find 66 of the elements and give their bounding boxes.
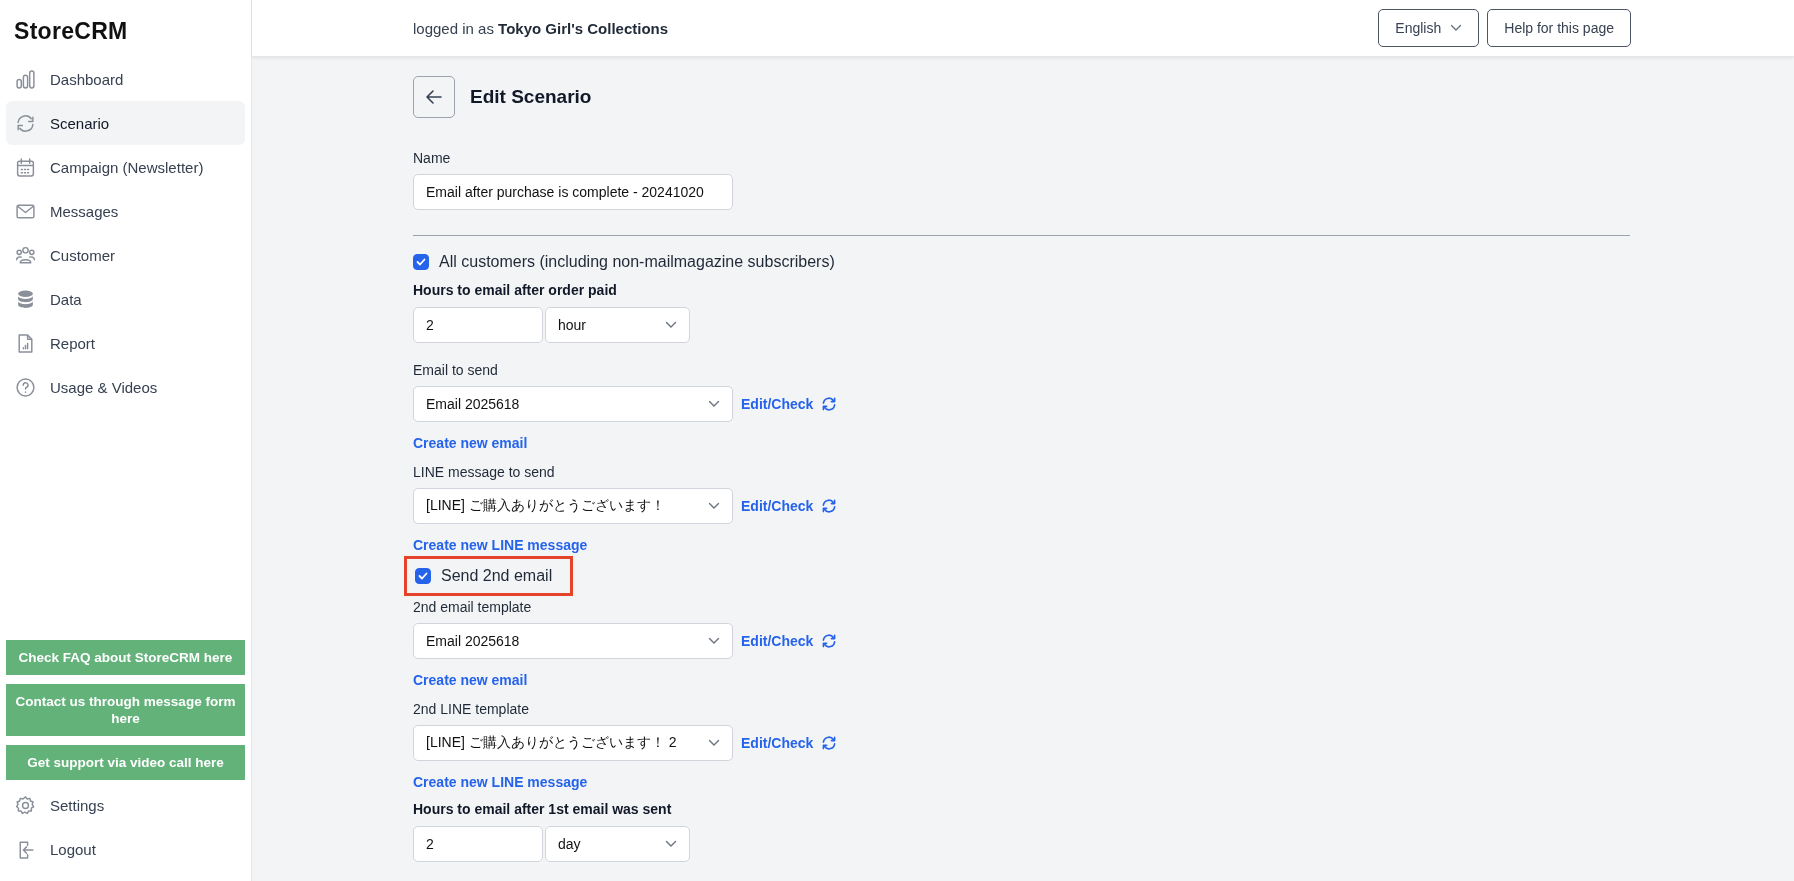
create-link[interactable]: Create new LINE message [413, 774, 588, 790]
sidebar-item[interactable]: Scenario [6, 101, 245, 145]
template-select[interactable]: Email 2025618 [413, 386, 733, 422]
logo: StoreCRM [14, 18, 128, 45]
field-label: 2nd LINE template [413, 701, 529, 718]
sidebar-item[interactable]: Messages [6, 189, 245, 233]
template-select[interactable]: [LINE] ご購入ありがとうございます！ [413, 488, 733, 524]
sidebar-item[interactable]: Logout [6, 827, 245, 871]
chevron-down-icon [665, 840, 677, 848]
language-dropdown[interactable]: English [1378, 9, 1480, 47]
unit-select[interactable]: hour [545, 307, 690, 343]
refresh-icon [15, 112, 36, 134]
template-select[interactable]: [LINE] ご購入ありがとうございます！ 2 [413, 725, 733, 761]
database-icon [15, 288, 36, 310]
help-button[interactable]: Help for this page [1487, 9, 1631, 47]
chevron-down-icon [1450, 24, 1463, 32]
calendar-icon [15, 156, 36, 178]
field-label: 2nd email template [413, 599, 532, 616]
users-icon [15, 244, 36, 266]
refresh-icon[interactable] [821, 396, 838, 412]
refresh-icon[interactable] [821, 735, 838, 751]
logged-in-text: logged in as Tokyo Girl's Collections [413, 19, 669, 37]
refresh-icon[interactable] [821, 498, 838, 514]
document-chart-icon [15, 332, 36, 354]
sidebar-item[interactable]: Settings [6, 783, 245, 827]
chevron-down-icon [665, 321, 677, 329]
field-label: Name [413, 150, 451, 167]
chevron-down-icon [708, 637, 720, 645]
create-link[interactable]: Create new email [413, 435, 528, 451]
create-link[interactable]: Create new LINE message [413, 537, 588, 553]
back-arrow-icon [425, 89, 443, 105]
check-icon [416, 258, 426, 266]
edit-check-link[interactable]: Edit/Check [741, 498, 814, 514]
sidebar-item[interactable]: Customer [6, 233, 245, 277]
checkbox-label: All customers (including non-mailmagazine subscribers) [439, 253, 835, 271]
chevron-down-icon [708, 400, 720, 408]
number-field[interactable]: 2 [413, 307, 543, 343]
check-icon [418, 572, 428, 580]
settings-icon [15, 794, 36, 816]
sidebar-item[interactable]: Dashboard [6, 57, 245, 101]
chevron-down-icon [708, 502, 720, 510]
back-button[interactable] [413, 76, 455, 118]
sidebar-item[interactable]: Report [6, 321, 245, 365]
bar-chart-icon [15, 68, 36, 90]
template-select[interactable]: Email 2025618 [413, 623, 733, 659]
number-field[interactable]: 2 [413, 826, 543, 862]
help-icon [15, 376, 36, 398]
chevron-down-icon [708, 739, 720, 747]
field-label: LINE message to send [413, 464, 555, 481]
checkbox[interactable] [415, 568, 431, 584]
sidebar-item[interactable]: Campaign (Newsletter) [6, 145, 245, 189]
sidebar-item[interactable]: Usage & Videos [6, 365, 245, 409]
field-label: Email to send [413, 362, 498, 379]
edit-check-link[interactable]: Edit/Check [741, 396, 814, 412]
field-label: Hours to email after 1st email was sent [413, 801, 672, 818]
checkbox[interactable] [413, 254, 429, 270]
unit-select[interactable]: day [545, 826, 690, 862]
field-label: Hours to email after order paid [413, 282, 617, 299]
create-link[interactable]: Create new email [413, 672, 528, 688]
checkbox-label: Send 2nd email [441, 567, 553, 585]
edit-check-link[interactable]: Edit/Check [741, 633, 814, 649]
edit-check-link[interactable]: Edit/Check [741, 735, 814, 751]
name-field[interactable]: Email after purchase is complete - 20241020 [413, 174, 733, 210]
page-title: Edit Scenario [470, 86, 592, 108]
refresh-icon[interactable] [821, 633, 838, 649]
sidebar-item[interactable]: Data [6, 277, 245, 321]
